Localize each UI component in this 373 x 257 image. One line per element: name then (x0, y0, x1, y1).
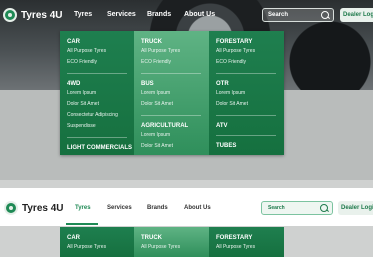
menu-column-3: FORESTARY All Purpose Tyres ECO Friendly… (209, 31, 284, 155)
nav-tyres[interactable]: Tyres (74, 11, 92, 18)
menu-item[interactable]: All Purpose Tyres (141, 242, 209, 253)
menu-heading-otr[interactable]: OTR (216, 80, 284, 88)
dealer-login-button[interactable]: Dealer Login (340, 8, 373, 22)
nav-about[interactable]: About Us (184, 11, 215, 18)
search-placeholder: Search (268, 205, 285, 211)
menu-heading-agricultural[interactable]: AGRICULTURAL (141, 122, 209, 130)
menu-divider (67, 137, 127, 138)
menu-heading-4wd[interactable]: 4WD (67, 80, 134, 88)
menu-divider (216, 115, 276, 116)
menu-item[interactable]: All Purpose Tyres (67, 242, 134, 253)
menu-item[interactable]: Suspendisse (67, 121, 134, 132)
menu-item[interactable]: ECO Friendly (216, 57, 284, 68)
search-icon[interactable] (320, 204, 328, 212)
menu-heading-bus[interactable]: BUS (141, 80, 209, 88)
menu-heading-forestary[interactable]: FORESTARY (216, 38, 284, 46)
header-state-transparent: Tyres 4U Tyres Services Brands About Us … (0, 0, 373, 180)
menu-divider (141, 73, 201, 74)
menu-heading-car[interactable]: CAR (67, 38, 134, 46)
tyres-mega-menu: CAR All Purpose Tyres ECO Friendly 4WD L… (60, 31, 284, 155)
menu-item[interactable]: All Purpose Tyres (216, 46, 284, 57)
menu-divider (141, 115, 201, 116)
top-nav-bar-white: Tyres 4U Tyres Services Brands About Us … (0, 188, 373, 226)
menu-item[interactable]: Lorem Ipsum (67, 88, 134, 99)
menu-item[interactable]: ECO Friendly (67, 57, 134, 68)
menu-column-1: CAR All Purpose Tyres (60, 227, 134, 257)
menu-column-1: CAR All Purpose Tyres ECO Friendly 4WD L… (60, 31, 134, 155)
search-placeholder: Search (268, 12, 289, 18)
tyre-logo-icon (4, 201, 18, 215)
menu-heading-forestary[interactable]: FORESTARY (216, 234, 284, 242)
top-nav-bar: Tyres 4U Tyres Services Brands About Us … (0, 0, 373, 32)
menu-item[interactable]: Dolor Sit Amet (141, 141, 209, 152)
menu-heading-light-commercials[interactable]: LIGHT COMMERCIALS (67, 144, 134, 152)
menu-heading-atv[interactable]: ATV (216, 122, 284, 130)
menu-item[interactable]: All Purpose Tyres (216, 242, 284, 253)
nav-services[interactable]: Services (107, 205, 132, 211)
menu-heading-tubes[interactable]: TUBES (216, 142, 284, 150)
search-input[interactable]: Search (261, 201, 333, 215)
menu-heading-truck[interactable]: TRUCK (141, 38, 209, 46)
search-icon[interactable] (321, 11, 329, 19)
menu-item[interactable]: All Purpose Tyres (141, 46, 209, 57)
brand-logo[interactable]: Tyres 4U (3, 8, 63, 22)
dealer-login-button[interactable]: Dealer Login (338, 201, 373, 215)
nav-tyres[interactable]: Tyres (75, 205, 91, 211)
tyres-mega-menu: CAR All Purpose Tyres TRUCK All Purpose … (60, 227, 284, 257)
nav-about[interactable]: About Us (184, 205, 211, 211)
menu-column-2: TRUCK All Purpose Tyres ECO Friendly BUS… (134, 31, 209, 155)
menu-heading-truck[interactable]: TRUCK (141, 234, 209, 242)
menu-heading-car[interactable]: CAR (67, 234, 134, 242)
menu-item[interactable]: Dolor Sit Amet (216, 99, 284, 110)
brand-logo[interactable]: Tyres 4U (4, 201, 64, 215)
brand-name: Tyres 4U (21, 9, 63, 21)
menu-item[interactable]: Dolor Sit Amet (67, 99, 134, 110)
menu-column-2: TRUCK All Purpose Tyres (134, 227, 209, 257)
menu-divider (216, 73, 276, 74)
menu-item[interactable]: All Purpose Tyres (67, 46, 134, 57)
menu-item[interactable]: ECO Friendly (141, 57, 209, 68)
menu-item[interactable]: Dolor Sit Amet (141, 99, 209, 110)
active-tab-indicator (66, 223, 98, 225)
nav-brands[interactable]: Brands (147, 11, 171, 18)
menu-item[interactable]: Lorem Ipsum (216, 88, 284, 99)
menu-divider (67, 73, 127, 74)
menu-item[interactable]: Lorem Ipsum (141, 130, 209, 141)
menu-column-3: FORESTARY All Purpose Tyres (209, 227, 284, 257)
nav-services[interactable]: Services (107, 11, 136, 18)
menu-item[interactable]: Lorem Ipsum (141, 88, 209, 99)
menu-item[interactable]: Consectetur Adipiscing (67, 110, 134, 121)
header-state-white: Tyres 4U Tyres Services Brands About Us … (0, 188, 373, 257)
tyre-logo-icon (3, 8, 17, 22)
menu-divider (216, 135, 276, 136)
nav-brands[interactable]: Brands (147, 205, 168, 211)
search-input[interactable]: Search (262, 8, 334, 22)
brand-name: Tyres 4U (22, 202, 64, 214)
